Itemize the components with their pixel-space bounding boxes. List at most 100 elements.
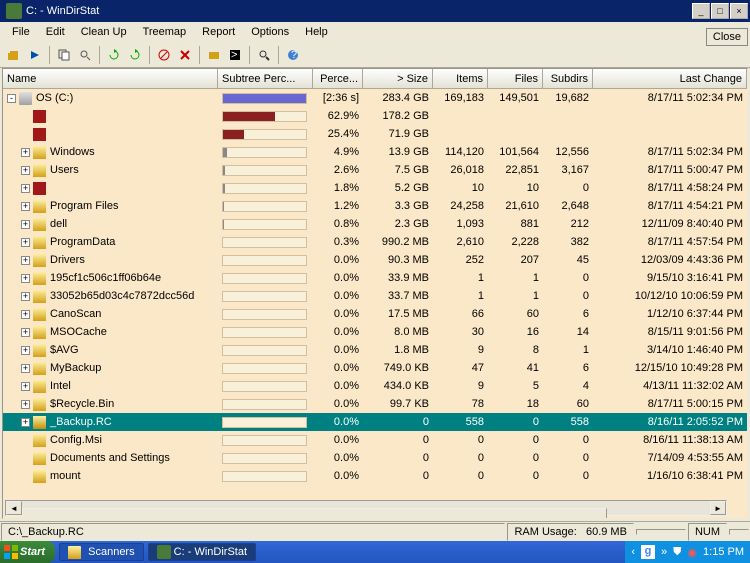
help-icon[interactable]: ? bbox=[283, 45, 303, 65]
table-row[interactable]: +Intel0.0%434.0 KB9544/13/11 11:32:02 AM bbox=[3, 377, 747, 395]
row-perc: 0.0% bbox=[313, 470, 363, 482]
col-name[interactable]: Name bbox=[3, 69, 218, 88]
table-row[interactable]: +MSOCache0.0%8.0 MB3016148/15/11 9:01:56… bbox=[3, 323, 747, 341]
menu-cleanup[interactable]: Clean Up bbox=[73, 24, 135, 40]
expander-icon[interactable]: + bbox=[21, 220, 30, 229]
close-overlay-button[interactable]: Close bbox=[706, 28, 748, 46]
menu-edit[interactable]: Edit bbox=[38, 24, 73, 40]
folder-icon bbox=[33, 452, 46, 465]
col-files[interactable]: Files bbox=[488, 69, 543, 88]
table-row[interactable]: +MyBackup0.0%749.0 KB4741612/15/10 10:49… bbox=[3, 359, 747, 377]
refresh-all-icon[interactable] bbox=[104, 45, 124, 65]
expander-icon[interactable]: + bbox=[21, 400, 30, 409]
magnify-icon[interactable] bbox=[254, 45, 274, 65]
play-icon[interactable] bbox=[25, 45, 45, 65]
google-tray-icon[interactable]: g bbox=[641, 545, 655, 559]
row-items: 30 bbox=[433, 326, 488, 338]
row-size: 3.3 GB bbox=[363, 200, 433, 212]
clock[interactable]: 1:15 PM bbox=[703, 546, 744, 558]
horizontal-scrollbar[interactable]: ◄ ► bbox=[5, 500, 727, 516]
menu-file[interactable]: File bbox=[4, 24, 38, 40]
menu-help[interactable]: Help bbox=[297, 24, 336, 40]
table-row[interactable]: +_Backup.RC0.0%055805588/16/11 2:05:52 P… bbox=[3, 413, 747, 431]
copy-icon[interactable] bbox=[54, 45, 74, 65]
row-size: 33.9 MB bbox=[363, 272, 433, 284]
table-row[interactable]: +Documents and Settings0.0%00007/14/09 4… bbox=[3, 449, 747, 467]
table-row[interactable]: +mount0.0%00001/16/10 6:38:41 PM bbox=[3, 467, 747, 485]
delete-icon[interactable] bbox=[175, 45, 195, 65]
table-row[interactable]: +Windows4.9%13.9 GB114,120101,56412,5568… bbox=[3, 143, 747, 161]
row-change: 1/16/10 6:38:41 PM bbox=[593, 470, 747, 482]
table-row[interactable]: -OS (C:)[2:36 s]283.4 GB169,183149,50119… bbox=[3, 89, 747, 107]
table-row[interactable]: +$Recycle.Bin0.0%99.7 KB7818608/17/11 5:… bbox=[3, 395, 747, 413]
network-tray-icon[interactable]: ◉ bbox=[687, 546, 697, 559]
start-button[interactable]: Start bbox=[0, 541, 55, 563]
scroll-thumb[interactable] bbox=[22, 508, 607, 519]
table-row[interactable]: +33052b65d03c4c7872dcc56d0.0%33.7 MB1101… bbox=[3, 287, 747, 305]
col-change[interactable]: Last Change bbox=[593, 69, 747, 88]
col-size[interactable]: > Size bbox=[363, 69, 433, 88]
close-button[interactable]: × bbox=[730, 3, 748, 19]
row-change: 8/17/11 4:54:21 PM bbox=[593, 200, 747, 212]
expander-icon[interactable]: + bbox=[21, 346, 30, 355]
table-row[interactable]: +Program Files1.2%3.3 GB24,25821,6102,64… bbox=[3, 197, 747, 215]
col-perc[interactable]: Perce... bbox=[313, 69, 363, 88]
col-subdirs[interactable]: Subdirs bbox=[543, 69, 593, 88]
table-row[interactable]: +1.8%5.2 GB101008/17/11 4:58:24 PM bbox=[3, 179, 747, 197]
row-name: Drivers bbox=[50, 254, 85, 266]
scroll-left-icon[interactable]: ◄ bbox=[6, 501, 22, 515]
menu-treemap[interactable]: Treemap bbox=[135, 24, 195, 40]
expander-icon[interactable]: + bbox=[21, 364, 30, 373]
menu-report[interactable]: Report bbox=[194, 24, 243, 40]
row-subdirs: 2,648 bbox=[543, 200, 593, 212]
table-row[interactable]: +Config.Msi0.0%00008/16/11 11:38:13 AM bbox=[3, 431, 747, 449]
expander-icon[interactable]: + bbox=[21, 166, 30, 175]
maximize-button[interactable]: □ bbox=[711, 3, 729, 19]
expander-icon[interactable]: + bbox=[21, 256, 30, 265]
expander-icon[interactable]: + bbox=[21, 418, 30, 427]
row-items: 1 bbox=[433, 290, 488, 302]
expander-icon[interactable]: + bbox=[21, 310, 30, 319]
table-row[interactable]: +dell0.8%2.3 GB1,09388121212/11/09 8:40:… bbox=[3, 215, 747, 233]
expander-icon[interactable]: + bbox=[21, 184, 30, 193]
expander-icon[interactable]: + bbox=[21, 292, 30, 301]
table-row[interactable]: +62.9%178.2 GB bbox=[3, 107, 747, 125]
svg-text:?: ? bbox=[291, 49, 297, 61]
row-perc: [2:36 s] bbox=[313, 92, 363, 104]
table-row[interactable]: +$AVG0.0%1.8 MB9813/14/10 1:46:40 PM bbox=[3, 341, 747, 359]
table-row[interactable]: +Drivers0.0%90.3 MB2522074512/03/09 4:43… bbox=[3, 251, 747, 269]
expander-icon[interactable]: + bbox=[21, 238, 30, 247]
table-row[interactable]: +ProgramData0.3%990.2 MB2,6102,2283828/1… bbox=[3, 233, 747, 251]
zoom-icon[interactable] bbox=[75, 45, 95, 65]
minimize-button[interactable]: _ bbox=[692, 3, 710, 19]
table-row[interactable]: +195cf1c506c1ff06b64e0.0%33.9 MB1109/15/… bbox=[3, 269, 747, 287]
row-size: 2.3 GB bbox=[363, 218, 433, 230]
windows-logo-icon bbox=[2, 543, 20, 561]
suspend-icon[interactable] bbox=[154, 45, 174, 65]
expander-icon[interactable]: + bbox=[21, 202, 30, 211]
scroll-right-icon[interactable]: ► bbox=[710, 501, 726, 515]
refresh-icon[interactable] bbox=[125, 45, 145, 65]
col-items[interactable]: Items bbox=[433, 69, 488, 88]
expander-icon[interactable]: + bbox=[21, 274, 30, 283]
folder-icon bbox=[33, 254, 46, 267]
task-scanners[interactable]: Scanners bbox=[59, 543, 144, 561]
shield-tray-icon[interactable]: ⛊ bbox=[673, 546, 681, 559]
table-row[interactable]: +25.4%71.9 GB bbox=[3, 125, 747, 143]
cmd-icon[interactable]: > bbox=[225, 45, 245, 65]
row-perc: 0.0% bbox=[313, 254, 363, 266]
table-row[interactable]: +Users2.6%7.5 GB26,01822,8513,1678/17/11… bbox=[3, 161, 747, 179]
expander-icon[interactable]: - bbox=[7, 94, 16, 103]
row-perc: 0.0% bbox=[313, 452, 363, 464]
expander-icon[interactable]: + bbox=[21, 328, 30, 337]
table-row[interactable]: +CanoScan0.0%17.5 MB666061/12/10 6:37:44… bbox=[3, 305, 747, 323]
expander-icon[interactable]: + bbox=[21, 148, 30, 157]
col-subtree[interactable]: Subtree Perc... bbox=[218, 69, 313, 88]
task-windirstat[interactable]: C: - WinDirStat bbox=[148, 543, 256, 561]
open-icon[interactable] bbox=[4, 45, 24, 65]
chevron-right-icon[interactable]: » bbox=[661, 546, 667, 558]
explorer-icon[interactable] bbox=[204, 45, 224, 65]
menu-options[interactable]: Options bbox=[243, 24, 297, 40]
expander-icon[interactable]: + bbox=[21, 382, 30, 391]
tray-expand-icon[interactable]: ‹ bbox=[631, 546, 635, 558]
